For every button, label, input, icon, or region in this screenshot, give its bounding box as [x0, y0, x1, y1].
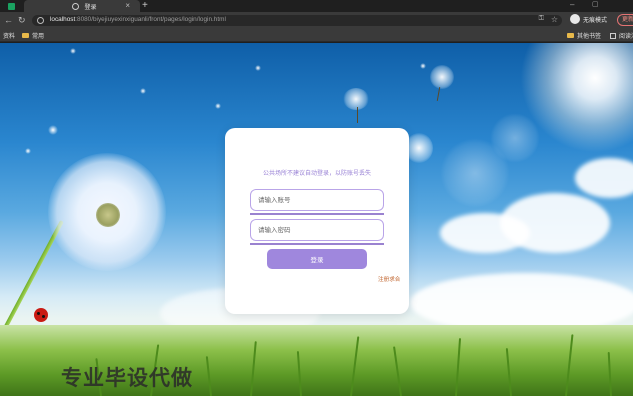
grass-blade [350, 336, 360, 396]
address-bar: ← ↻ localhost:8080/biyejiuyexinxiguanli/… [0, 12, 633, 29]
cloud [410, 273, 633, 333]
ladybug [34, 308, 48, 322]
login-card: 公共场所不建议自动登录，以防账号丢失 登录 注册求合 [225, 128, 409, 314]
username-underline [250, 213, 384, 215]
tab-strip: 登录 × + – ▢ [0, 0, 633, 12]
cloud [500, 193, 610, 253]
password-underline [250, 243, 384, 245]
sparkle [25, 148, 31, 154]
tab-login[interactable]: 登录 × [24, 0, 140, 12]
sparkle [255, 65, 261, 71]
watermark-text: 专业毕设代做 [61, 366, 193, 390]
sparkle [140, 88, 146, 94]
reload-icon[interactable]: ↻ [18, 15, 26, 26]
sparkle [48, 125, 58, 135]
grass-blade [393, 346, 402, 396]
incognito-label: 无痕模式 [583, 17, 608, 24]
update-button[interactable]: 更新 [617, 14, 633, 26]
lens-flare [490, 113, 540, 163]
incognito-icon [570, 14, 580, 24]
bookmark-folder[interactable]: 常用 [22, 31, 44, 40]
new-tab-button[interactable]: + [142, 0, 148, 12]
bookmark-item[interactable]: 资料 [3, 31, 15, 40]
incognito-indicator[interactable]: 无痕模式 [570, 14, 607, 24]
back-icon[interactable]: ← [4, 15, 13, 26]
grass-blade [205, 356, 212, 396]
folder-icon [22, 33, 29, 38]
username-input[interactable] [250, 189, 384, 211]
reading-list-icon [610, 32, 616, 39]
dandelion-seed [405, 133, 433, 163]
reading-list[interactable]: 阅读清单 [610, 31, 633, 40]
tab-pinned[interactable] [2, 0, 20, 12]
dandelion-seed-stem [436, 87, 441, 101]
folder-icon [567, 33, 574, 38]
dandelion-seed [343, 88, 369, 110]
favicon-icon [7, 2, 15, 10]
omnibox[interactable]: localhost:8080/biyejiuyexinxiguanli/fron… [32, 15, 562, 26]
grass-blade [505, 348, 512, 396]
login-button[interactable]: 登录 [267, 249, 367, 269]
url-text[interactable]: localhost:8080/biyejiuyexinxiguanli/fron… [50, 16, 226, 23]
grass-blade [296, 351, 302, 396]
login-page: 专业毕设代做 公共场所不建议自动登录，以防账号丢失 登录 注册求合 [0, 43, 633, 396]
ladybug-spot [42, 315, 45, 318]
ladybug-spot [37, 312, 40, 315]
cloud [575, 158, 633, 198]
register-link[interactable]: 注册求合 [378, 275, 400, 283]
sparkle [215, 103, 221, 109]
bookmarks-bar: 资料 常用 其他书签 阅读清单 [0, 29, 633, 42]
sparkle [420, 63, 426, 69]
grass-blade [565, 334, 574, 396]
grass-blade [455, 338, 462, 396]
key-icon[interactable]: ⚿ [539, 15, 544, 23]
close-icon[interactable]: × [125, 1, 130, 10]
grass-blade [250, 341, 257, 396]
tab-title: 登录 [84, 4, 97, 11]
bookmark-folder-other[interactable]: 其他书签 [567, 31, 601, 40]
dandelion-core [96, 203, 120, 227]
info-icon[interactable] [37, 17, 44, 24]
dandelion-seed [430, 65, 454, 89]
dandelion-seed-stem [357, 107, 358, 123]
globe-icon [72, 2, 80, 10]
password-input[interactable] [250, 219, 384, 241]
maximize-icon[interactable]: ▢ [592, 0, 599, 8]
minimize-icon[interactable]: – [570, 0, 574, 9]
sparkle [70, 48, 76, 54]
star-icon[interactable]: ☆ [551, 15, 558, 24]
login-notice: 公共场所不建议自动登录，以防账号丢失 [262, 171, 371, 177]
grass-blade [607, 352, 612, 396]
